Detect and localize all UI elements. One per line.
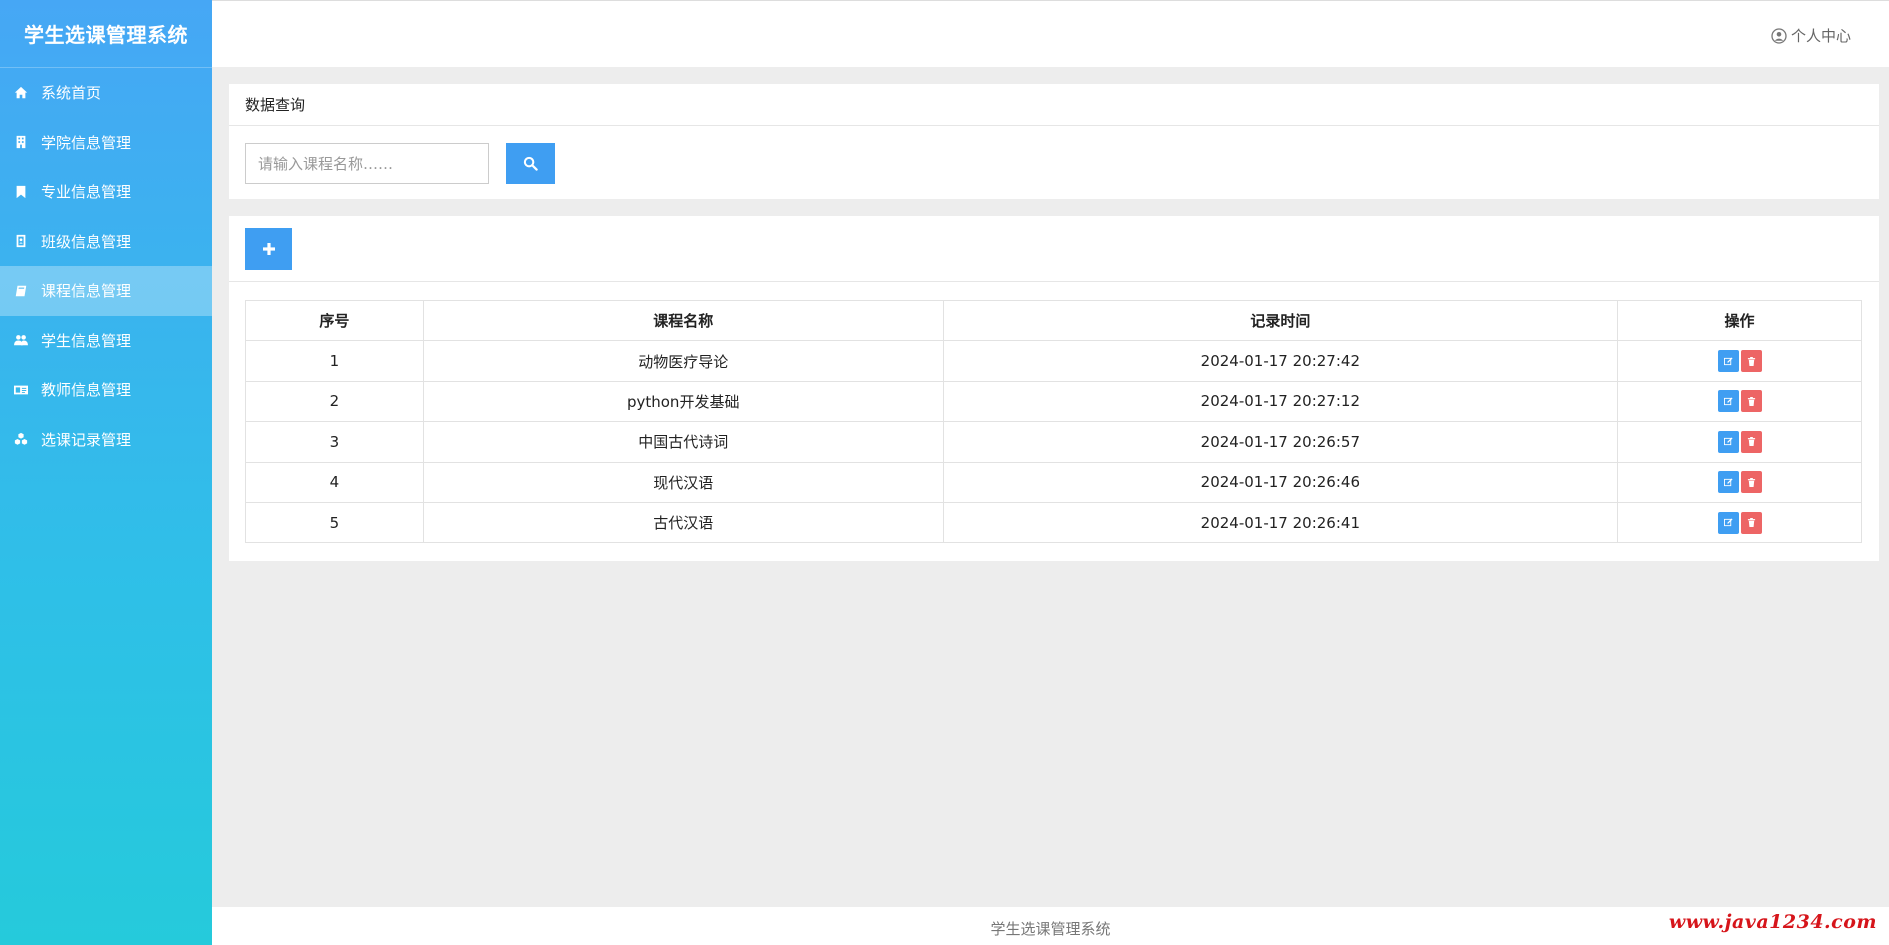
cell-actions <box>1617 461 1862 503</box>
cell-record-time: 2024-01-17 20:27:42 <box>942 340 1619 382</box>
delete-button[interactable] <box>1740 511 1762 534</box>
sidebar-item-student[interactable]: 学生信息管理 <box>0 316 212 366</box>
plus-icon <box>262 243 275 255</box>
trash-icon <box>1747 518 1755 528</box>
edit-icon <box>1723 357 1733 365</box>
edit-button[interactable] <box>1717 511 1739 534</box>
bookmark-icon <box>10 185 32 199</box>
table-row: 5 古代汉语 2024-01-17 20:26:41 <box>245 501 1862 544</box>
id-card-icon <box>10 383 32 397</box>
cell-actions <box>1617 501 1862 544</box>
footer-text: 学生选课管理系统 <box>990 920 1111 938</box>
trash-icon <box>1747 396 1755 406</box>
cell-actions <box>1617 340 1862 382</box>
cell-record-time: 2024-01-17 20:26:57 <box>942 421 1619 463</box>
cell-course-name: 中国古代诗词 <box>422 421 944 463</box>
cell-actions <box>1617 380 1862 423</box>
search-button[interactable] <box>506 143 555 184</box>
edit-icon <box>1723 397 1733 406</box>
course-table: 序号 课程名称 记录时间 操作 1 动物医疗导论 2024-01-17 20:2… <box>245 299 1862 544</box>
cell-course-name: 现代汉语 <box>422 461 944 503</box>
delete-button[interactable] <box>1740 430 1762 453</box>
column-header-record-time: 记录时间 <box>942 299 1619 342</box>
cell-index: 2 <box>245 380 424 423</box>
app-title: 学生选课管理系统 <box>0 0 212 68</box>
edit-button[interactable] <box>1717 390 1739 413</box>
delete-button[interactable] <box>1740 390 1762 413</box>
sidebar-item-college[interactable]: 学院信息管理 <box>0 118 212 168</box>
query-panel: 数据查询 <box>229 84 1879 199</box>
cell-index: 4 <box>245 461 424 503</box>
user-circle-icon <box>1771 27 1787 44</box>
user-center-label: 个人中心 <box>1790 27 1851 45</box>
course-name-search-input[interactable] <box>245 143 489 184</box>
cell-course-name: 古代汉语 <box>422 501 944 544</box>
edit-button[interactable] <box>1717 430 1739 453</box>
table-row: 2 python开发基础 2024-01-17 20:27:12 <box>245 380 1862 423</box>
delete-button[interactable] <box>1740 350 1762 373</box>
column-header-course-name: 课程名称 <box>422 299 944 342</box>
table-row: 4 现代汉语 2024-01-17 20:26:46 <box>245 461 1862 503</box>
home-icon <box>10 86 32 100</box>
delete-button[interactable] <box>1740 471 1762 494</box>
table-header-row: 序号 课程名称 记录时间 操作 <box>245 299 1862 342</box>
trash-icon <box>1747 437 1755 447</box>
badge-icon <box>10 234 32 248</box>
cell-course-name: 动物医疗导论 <box>422 340 944 382</box>
table-row: 3 中国古代诗词 2024-01-17 20:26:57 <box>245 421 1862 463</box>
trash-icon <box>1747 356 1755 366</box>
sidebar-item-label: 教师信息管理 <box>41 381 132 400</box>
edit-icon <box>1723 518 1733 527</box>
cell-record-time: 2024-01-17 20:26:41 <box>942 501 1619 544</box>
book-icon <box>10 284 32 298</box>
watermark: www.java1234.com <box>1668 911 1877 933</box>
edit-button[interactable] <box>1717 350 1739 373</box>
sidebar: 学生选课管理系统 系统首页 学院信息管理 专业信息管理 班级信息管理 课程信息管… <box>0 0 212 945</box>
query-panel-title: 数据查询 <box>229 84 1879 126</box>
add-course-button[interactable] <box>245 228 292 270</box>
cell-course-name: python开发基础 <box>422 380 944 423</box>
building-icon <box>10 135 32 149</box>
table-row: 1 动物医疗导论 2024-01-17 20:27:42 <box>245 340 1862 382</box>
cell-record-time: 2024-01-17 20:26:46 <box>942 461 1619 503</box>
sidebar-item-major[interactable]: 专业信息管理 <box>0 167 212 217</box>
column-header-actions: 操作 <box>1617 299 1862 342</box>
sidebar-item-label: 班级信息管理 <box>41 232 132 251</box>
column-header-index: 序号 <box>245 299 424 342</box>
top-bar: 个人中心 <box>212 0 1889 67</box>
sidebar-item-label: 学生信息管理 <box>41 331 132 350</box>
sidebar-item-selection[interactable]: 选课记录管理 <box>0 415 212 465</box>
sidebar-item-label: 系统首页 <box>41 84 102 103</box>
sidebar-item-label: 专业信息管理 <box>41 183 132 202</box>
cell-actions <box>1617 421 1862 463</box>
footer: 学生选课管理系统 <box>212 907 1889 945</box>
edit-icon <box>1723 437 1733 446</box>
edit-button[interactable] <box>1717 471 1739 494</box>
cell-index: 1 <box>245 340 424 382</box>
sidebar-item-label: 选课记录管理 <box>41 430 132 449</box>
cell-index: 3 <box>245 421 424 463</box>
sidebar-item-course[interactable]: 课程信息管理 <box>0 266 212 316</box>
sidebar-item-home[interactable]: 系统首页 <box>0 68 212 118</box>
sidebar-item-class[interactable]: 班级信息管理 <box>0 217 212 267</box>
cubes-icon <box>10 432 32 446</box>
divider <box>229 281 1879 282</box>
sidebar-item-label: 学院信息管理 <box>41 133 132 152</box>
table-panel: 序号 课程名称 记录时间 操作 1 动物医疗导论 2024-01-17 20:2… <box>229 216 1879 561</box>
search-icon <box>523 156 538 171</box>
edit-icon <box>1723 478 1733 486</box>
cell-record-time: 2024-01-17 20:27:12 <box>942 380 1619 423</box>
cell-index: 5 <box>245 501 424 544</box>
sidebar-item-teacher[interactable]: 教师信息管理 <box>0 365 212 415</box>
users-icon <box>10 333 32 347</box>
user-center-link[interactable]: 个人中心 <box>1771 25 1851 46</box>
sidebar-item-label: 课程信息管理 <box>41 282 132 301</box>
trash-icon <box>1747 477 1755 487</box>
